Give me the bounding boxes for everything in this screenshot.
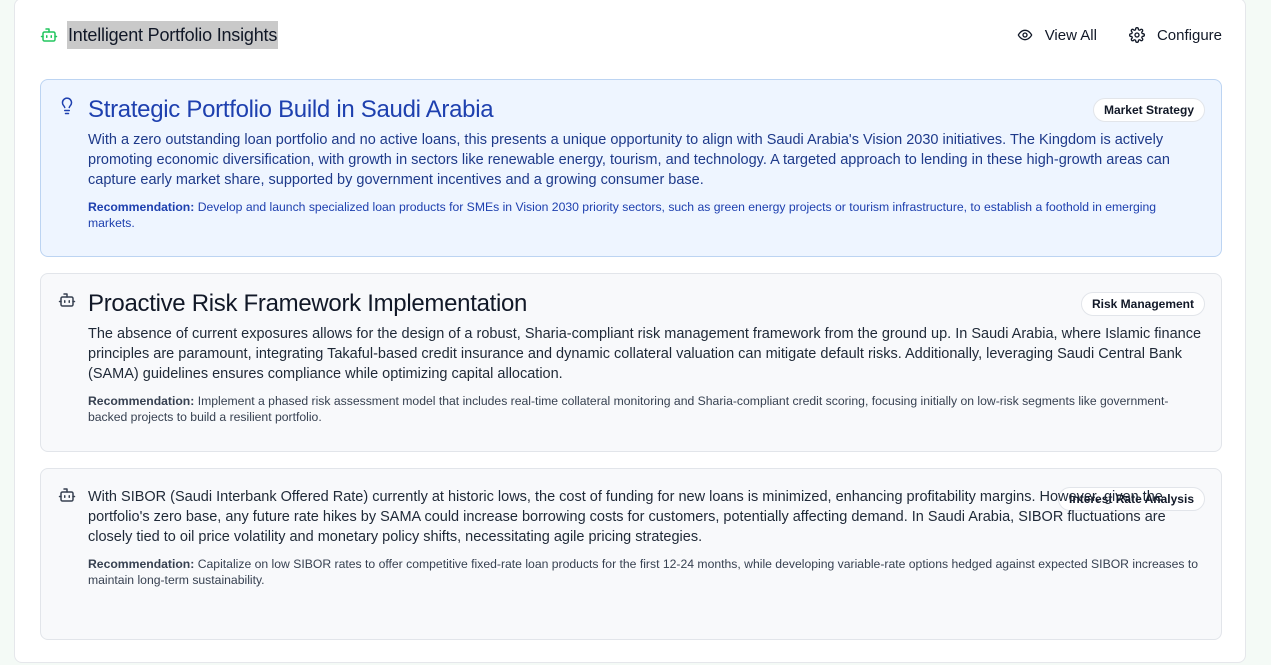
recommendation-label: Recommendation: (88, 200, 195, 214)
panel-header: Intelligent Portfolio Insights View All … (40, 21, 1232, 49)
view-all-label: View All (1044, 26, 1097, 44)
insight-title: Strategic Portfolio Build in Saudi Arabi… (88, 96, 494, 123)
eye-icon (1017, 29, 1033, 41)
insight-body: Strategic Portfolio Build in Saudi Arabi… (88, 94, 1204, 231)
configure-button[interactable]: Configure (1119, 21, 1232, 50)
insight-body: Proactive Risk Framework Implementation … (88, 288, 1204, 425)
insight-card-market-strategy[interactable]: Market Strategy Strategic Portfolio Buil… (40, 79, 1222, 257)
recommendation-text: Develop and launch specialized loan prod… (88, 200, 1157, 230)
page-title: Intelligent Portfolio Insights (67, 21, 279, 49)
configure-label: Configure (1156, 26, 1222, 44)
insights-panel: Intelligent Portfolio Insights View All … (14, 0, 1246, 663)
gear-icon (1129, 27, 1145, 43)
insight-recommendation: Recommendation: Capitalize on low SIBOR … (88, 556, 1204, 588)
robot-icon (58, 291, 76, 309)
insight-description: The absence of current exposures allows … (88, 326, 1202, 382)
recommendation-text: Capitalize on low SIBOR rates to offer c… (88, 557, 1199, 587)
insight-description: With a zero outstanding loan portfolio a… (88, 132, 1170, 188)
insight-card-interest-rate[interactable]: Interest Rate Analysis With SIBOR (Saudi… (40, 468, 1222, 640)
insight-description: With SIBOR (Saudi Interbank Offered Rate… (88, 489, 1166, 545)
view-all-button[interactable]: View All (1007, 21, 1107, 50)
header-actions: View All Configure (995, 21, 1232, 50)
recommendation-label: Recommendation: (88, 557, 195, 571)
recommendation-text: Implement a phased risk assessment model… (88, 394, 1169, 424)
insight-recommendation: Recommendation: Implement a phased risk … (88, 393, 1204, 425)
robot-icon (58, 486, 76, 504)
title-group: Intelligent Portfolio Insights (40, 21, 279, 49)
lightbulb-icon (58, 97, 76, 115)
robot-icon (40, 26, 58, 44)
insight-card-risk-management[interactable]: Risk Management Proactive Risk Framework… (40, 273, 1222, 452)
recommendation-label: Recommendation: (88, 394, 195, 408)
insight-body: With SIBOR (Saudi Interbank Offered Rate… (88, 483, 1204, 588)
insight-title: Proactive Risk Framework Implementation (88, 290, 528, 317)
insight-recommendation: Recommendation: Develop and launch speci… (88, 199, 1204, 231)
